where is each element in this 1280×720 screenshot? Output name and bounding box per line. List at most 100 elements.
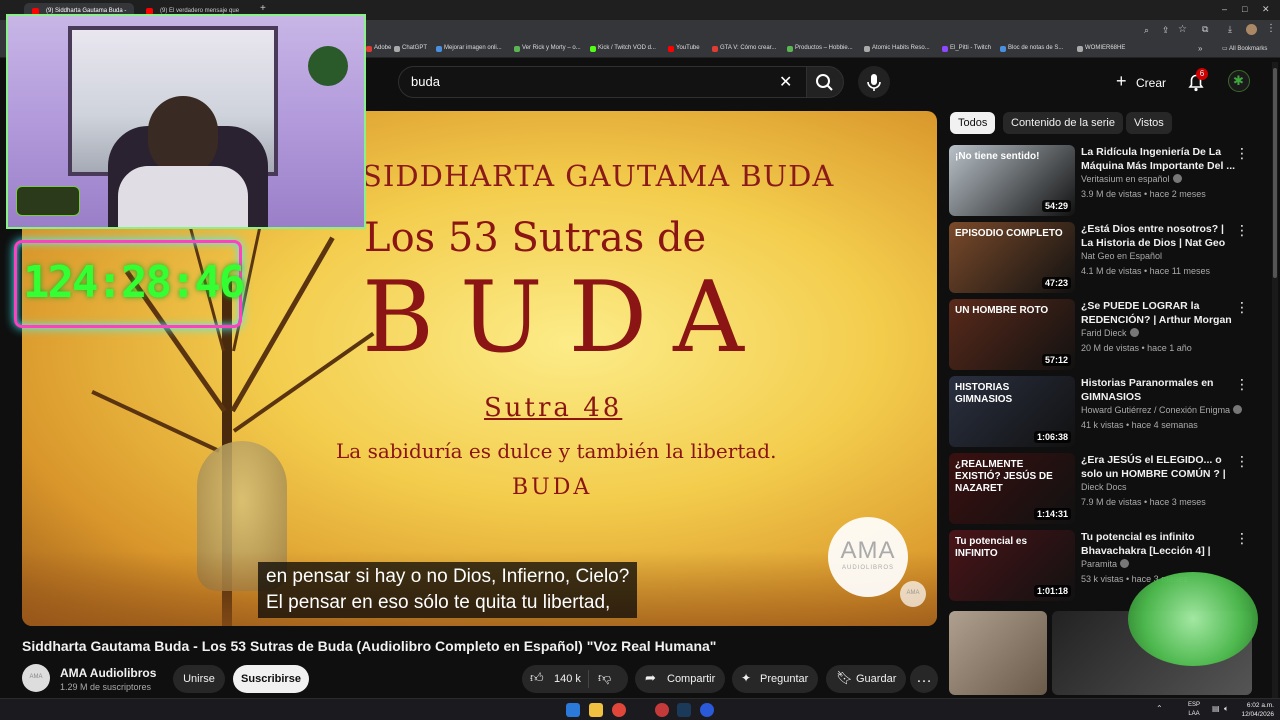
bookmark-item[interactable]: ChatGPT (394, 45, 427, 52)
zoom-icon[interactable]: ⌕ (1144, 25, 1149, 36)
notifications-button[interactable]: 6 (1184, 68, 1208, 94)
frame-quote: La sabiduría es dulce y también la liber… (336, 439, 777, 463)
share-icon[interactable]: ⇪ (1162, 25, 1170, 36)
related-video-channel[interactable]: Farid Dieck (1081, 328, 1139, 338)
steam-icon[interactable] (677, 703, 691, 717)
related-video-channel[interactable]: Howard Gutiérrez / Conexión Enigma (1081, 405, 1243, 415)
more-actions-button[interactable]: … (910, 665, 938, 693)
related-video-channel[interactable]: Paramita (1081, 559, 1130, 569)
system-tray-chevron-icon[interactable]: ⌃ (1156, 704, 1163, 713)
app-icon[interactable] (655, 703, 669, 717)
account-avatar[interactable]: ✱ (1228, 70, 1250, 92)
more-options-icon[interactable]: ⋮ (1235, 530, 1249, 547)
save-label: Guardar (856, 673, 897, 685)
minimize-button[interactable]: – (1222, 4, 1227, 14)
chip-todos[interactable]: Todos (950, 112, 996, 134)
search-box[interactable]: ✕ (398, 66, 808, 98)
thumbs-up-icon[interactable]: 👍︎ (530, 670, 544, 686)
ask-button[interactable]: ✦ Preguntar (732, 665, 818, 693)
bookmark-item[interactable]: YouTube (668, 45, 700, 52)
related-thumbnail-partial[interactable] (949, 611, 1047, 695)
scrollbar[interactable] (1272, 62, 1278, 698)
search-button[interactable] (806, 66, 844, 98)
network-icon[interactable]: ▤ (1212, 704, 1220, 713)
channel-name[interactable]: AMA Audiolibros (60, 666, 156, 680)
related-video-channel[interactable]: Dieck Docs (1081, 482, 1127, 492)
chip-watched[interactable]: Vistos (1126, 112, 1172, 134)
bookmark-item[interactable]: Kick / Twitch VOD d... (590, 45, 656, 52)
profile-avatar[interactable] (1246, 24, 1257, 35)
related-video-title[interactable]: ¿Está Dios entre nosotros? | La Historia… (1081, 222, 1237, 250)
search-input[interactable] (411, 74, 771, 89)
related-video-meta: 41 k vistas • hace 4 semanas (1081, 420, 1198, 430)
bookmark-item[interactable]: Adobe (366, 45, 391, 52)
bookmark-star-icon[interactable]: ☆ (1178, 24, 1187, 35)
tree-branch (91, 390, 220, 453)
more-options-icon[interactable]: ⋮ (1235, 222, 1249, 239)
related-video-card[interactable]: HISTORIAS GIMNASIOS 1:06:38 Historias Para… (949, 376, 1267, 448)
bookmarks-overflow-icon[interactable]: » (1198, 44, 1202, 53)
related-video-card[interactable]: EPISODIO COMPLETO 47:23 ¿Está Dios entre n… (949, 222, 1267, 294)
video-thumbnail[interactable]: ¿REALMENTE EXISTIÓ? JESÚS DE NAZARET 1:14… (949, 453, 1075, 524)
related-video-card[interactable]: UN HOMBRE ROTO 57:12 ¿Se PUEDE LOGRAR la R… (949, 299, 1267, 371)
subscribe-button[interactable]: Suscribirse (233, 665, 309, 693)
new-tab-button[interactable]: + (260, 3, 266, 14)
voice-search-button[interactable] (858, 66, 890, 98)
scrollbar-thumb[interactable] (1273, 68, 1277, 278)
video-thumbnail[interactable]: UN HOMBRE ROTO 57:12 (949, 299, 1075, 370)
more-options-icon[interactable]: ⋮ (1235, 376, 1249, 393)
related-video-title[interactable]: ¿Era JESÚS el ELEGIDO... o solo un HOMBR… (1081, 453, 1237, 481)
join-button[interactable]: Unirse (173, 665, 225, 693)
related-video-title[interactable]: Historias Paranormales en GIMNASIOS (1081, 376, 1237, 404)
extensions-icon[interactable]: ⧉ (1202, 24, 1208, 35)
clear-search-icon[interactable]: ✕ (779, 72, 792, 92)
related-video-channel[interactable]: Nat Geo en Español (1081, 251, 1162, 261)
all-bookmarks-folder[interactable]: ▭ All Bookmarks (1222, 45, 1267, 52)
bookmark-item[interactable]: Mejorar imagen onli... (436, 45, 502, 52)
video-thumbnail[interactable]: Tu potencial es INFINITO 1:01:18 (949, 530, 1075, 601)
bookmark-icon: 🔖︎ (836, 670, 853, 685)
chip-series-content[interactable]: Contenido de la serie (1003, 112, 1123, 134)
bookmark-item[interactable]: Atomic Habits Reso... (864, 45, 930, 52)
bookmark-item[interactable]: WOMIER68HE (1077, 45, 1125, 52)
video-thumbnail[interactable]: ¡No tiene sentido! 54:29 (949, 145, 1075, 216)
related-video-title[interactable]: ¿Se PUEDE LOGRAR la REDENCIÓN? | Arthur … (1081, 299, 1237, 327)
related-video-title[interactable]: La Ridícula Ingeniería De La Máquina Más… (1081, 145, 1237, 173)
app-icon[interactable] (700, 703, 714, 717)
file-explorer-icon[interactable] (589, 703, 603, 717)
channel-watermark[interactable]: AMA (900, 581, 926, 607)
lang-code: ESP (1188, 702, 1201, 708)
related-video-title[interactable]: Tu potencial es infinito Bhavachakra [Le… (1081, 530, 1237, 558)
share-button[interactable]: ➦ Compartir (635, 665, 725, 693)
thumbs-down-icon[interactable]: 👎︎ (598, 670, 611, 686)
bookmark-item[interactable]: Productos – Hobbie... (787, 45, 853, 52)
video-thumbnail[interactable]: HISTORIAS GIMNASIOS 1:06:38 (949, 376, 1075, 447)
bookmark-item[interactable]: Bloc de notas de S... (1000, 45, 1063, 52)
create-button[interactable]: + Crear (1106, 68, 1174, 96)
pittiwow-logo (16, 186, 80, 216)
more-options-icon[interactable]: ⋮ (1235, 453, 1249, 470)
bookmark-item[interactable]: El_Pitti - Twitch (942, 45, 991, 52)
downloads-icon[interactable]: ⤓ (1228, 24, 1232, 35)
windows-start-icon[interactable] (566, 703, 580, 717)
close-window-button[interactable]: ✕ (1262, 4, 1270, 15)
related-video-card[interactable]: ¿REALMENTE EXISTIÓ? JESÚS DE NAZARET 1:14… (949, 453, 1267, 525)
bookmark-item[interactable]: Ver Rick y Morty – o... (514, 45, 581, 52)
video-thumbnail[interactable]: EPISODIO COMPLETO 47:23 (949, 222, 1075, 293)
more-options-icon[interactable]: ⋮ (1235, 299, 1249, 316)
related-video-card[interactable]: ¡No tiene sentido! 54:29 La Ridícula Ingen… (949, 145, 1267, 217)
chrome-icon[interactable] (612, 703, 626, 717)
volume-icon[interactable]: 🔈︎ (1224, 704, 1229, 714)
like-count[interactable]: 140 k (554, 673, 581, 685)
related-video-channel[interactable]: Veritasium en español (1081, 174, 1182, 184)
maximize-button[interactable]: □ (1242, 4, 1247, 14)
more-options-icon[interactable]: ⋮ (1235, 145, 1249, 162)
create-label: Crear (1136, 76, 1167, 90)
language-indicator[interactable]: ESP LAA (1188, 701, 1200, 719)
system-clock[interactable]: 6:02 a.m. 12/04/2026 (1241, 701, 1274, 719)
save-button[interactable]: 🔖︎ Guardar (826, 665, 906, 693)
bookmark-item[interactable]: GTA V: Cómo crear... (712, 45, 776, 52)
browser-menu-icon[interactable]: ⋮ (1266, 23, 1276, 34)
channel-avatar[interactable]: AMA (22, 664, 50, 692)
related-video-meta: 4.1 M de vistas • hace 11 meses (1081, 266, 1211, 276)
